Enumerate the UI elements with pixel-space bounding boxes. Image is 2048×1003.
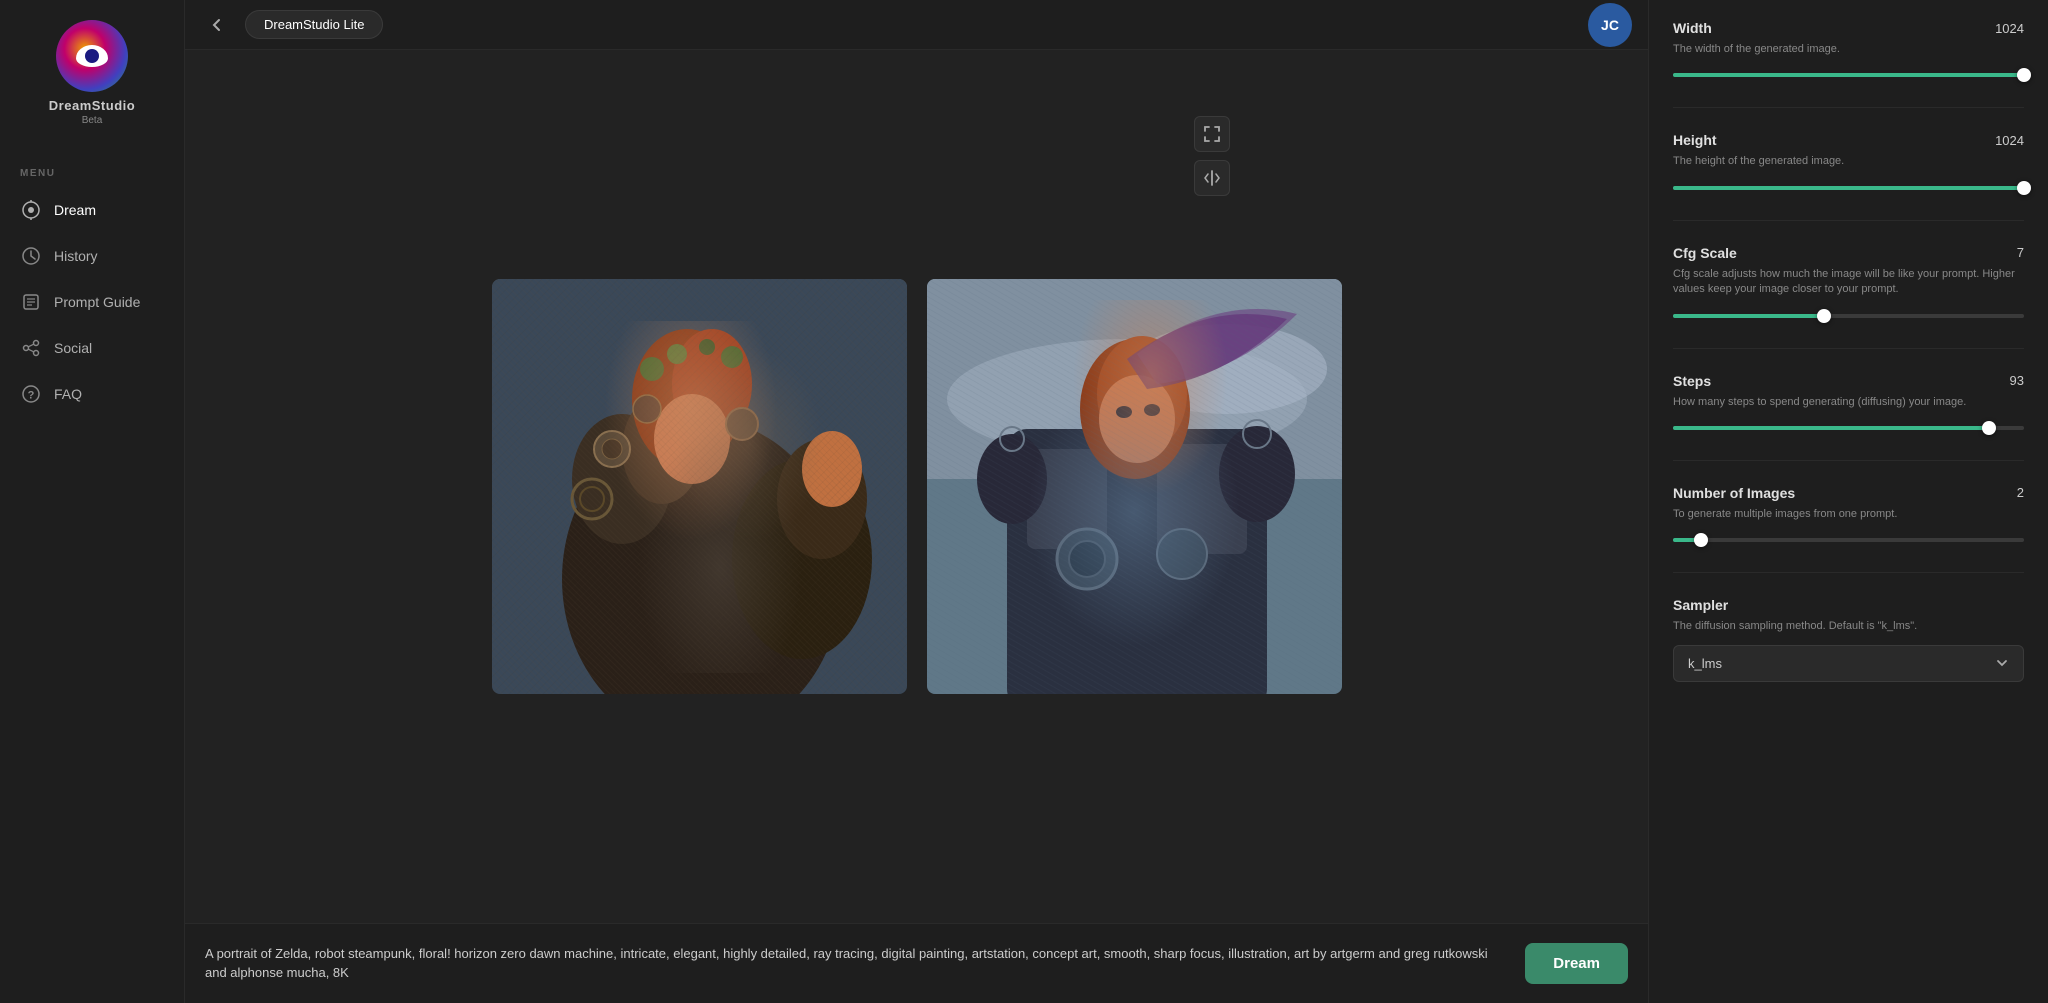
sidebar-item-faq-label: FAQ	[54, 386, 82, 402]
history-icon	[20, 245, 42, 267]
sampler-value: k_lms	[1688, 656, 1722, 671]
steps-label: Steps	[1673, 373, 1711, 389]
steps-header: Steps 93	[1673, 373, 2024, 389]
sidebar-item-prompt-guide[interactable]: Prompt Guide	[0, 279, 184, 325]
sidebar: DreamStudio Beta MENU Dream History	[0, 0, 185, 1003]
steps-desc: How many steps to spend generating (diff…	[1673, 395, 2024, 410]
cfg-scale-desc: Cfg scale adjusts how much the image wil…	[1673, 267, 2024, 298]
svg-text:?: ?	[28, 390, 35, 402]
eye-icon	[76, 45, 108, 67]
sampler-section: Sampler The diffusion sampling method. D…	[1673, 597, 2024, 681]
sidebar-item-social[interactable]: Social	[0, 325, 184, 371]
width-section: Width 1024 The width of the generated im…	[1673, 20, 2024, 83]
divider-1	[1673, 107, 2024, 108]
image-placeholder-left	[492, 279, 907, 694]
main-area: DreamStudio Lite JC	[185, 0, 1648, 1003]
images-container	[185, 50, 1648, 923]
width-desc: The width of the generated image.	[1673, 42, 2024, 57]
cfg-scale-section: Cfg Scale 7 Cfg scale adjusts how much t…	[1673, 245, 2024, 324]
num-images-header: Number of Images 2	[1673, 485, 2024, 501]
compare-button[interactable]	[1194, 160, 1230, 196]
steps-thumb	[1982, 421, 1996, 435]
logo-icon	[56, 20, 128, 92]
dreamstudio-tab[interactable]: DreamStudio Lite	[245, 10, 383, 39]
dream-icon	[20, 199, 42, 221]
height-fill	[1673, 186, 2024, 190]
logo-text: DreamStudio	[49, 98, 135, 113]
avatar-button[interactable]: JC	[1588, 3, 1632, 47]
sampler-header: Sampler	[1673, 597, 2024, 613]
cfg-scale-thumb	[1817, 309, 1831, 323]
chevron-down-icon	[1995, 656, 2009, 670]
generated-image-2[interactable]	[927, 279, 1342, 694]
prompt-input[interactable]	[205, 934, 1509, 994]
prompt-bar: Dream	[185, 923, 1648, 1003]
width-value: 1024	[1995, 21, 2024, 36]
prompt-guide-icon	[20, 291, 42, 313]
cfg-scale-header: Cfg Scale 7	[1673, 245, 2024, 261]
width-fill	[1673, 73, 2024, 77]
steps-value: 93	[2010, 373, 2024, 388]
steps-slider[interactable]	[1673, 426, 2024, 430]
menu-label: MENU	[0, 160, 75, 187]
sidebar-item-dream-label: Dream	[54, 202, 96, 218]
toolbar-icons	[1186, 108, 1238, 204]
generated-image-1[interactable]	[492, 279, 907, 694]
cfg-scale-fill	[1673, 314, 1824, 318]
steps-section: Steps 93 How many steps to spend generat…	[1673, 373, 2024, 436]
dream-button[interactable]: Dream	[1525, 943, 1628, 984]
height-slider[interactable]	[1673, 186, 2024, 190]
fullscreen-button[interactable]	[1194, 116, 1230, 152]
logo-area: DreamStudio Beta	[39, 10, 145, 136]
sampler-label: Sampler	[1673, 597, 1728, 613]
height-desc: The height of the generated image.	[1673, 154, 2024, 169]
social-icon	[20, 337, 42, 359]
divider-2	[1673, 220, 2024, 221]
num-images-thumb	[1694, 533, 1708, 547]
back-button[interactable]	[201, 9, 233, 41]
image-placeholder-right	[927, 279, 1342, 694]
sidebar-item-history[interactable]: History	[0, 233, 184, 279]
num-images-slider[interactable]	[1673, 538, 2024, 542]
width-thumb	[2017, 68, 2031, 82]
height-section: Height 1024 The height of the generated …	[1673, 132, 2024, 195]
sidebar-item-dream[interactable]: Dream	[0, 187, 184, 233]
sidebar-item-prompt-guide-label: Prompt Guide	[54, 294, 140, 310]
logo-beta: Beta	[82, 115, 103, 126]
divider-5	[1673, 572, 2024, 573]
num-images-label: Number of Images	[1673, 485, 1795, 501]
num-images-desc: To generate multiple images from one pro…	[1673, 507, 2024, 522]
width-slider[interactable]	[1673, 73, 2024, 77]
right-panel: Width 1024 The width of the generated im…	[1648, 0, 2048, 1003]
sidebar-item-history-label: History	[54, 248, 98, 264]
divider-3	[1673, 348, 2024, 349]
cfg-scale-value: 7	[2017, 245, 2024, 260]
content-area: Dream	[185, 50, 1648, 1003]
num-images-value: 2	[2017, 485, 2024, 500]
sidebar-item-social-label: Social	[54, 340, 92, 356]
divider-4	[1673, 460, 2024, 461]
steps-fill	[1673, 426, 1989, 430]
faq-icon: ?	[20, 383, 42, 405]
height-header: Height 1024	[1673, 132, 2024, 148]
topbar: DreamStudio Lite JC	[185, 0, 1648, 50]
sidebar-item-faq[interactable]: ? FAQ	[0, 371, 184, 417]
width-header: Width 1024	[1673, 20, 2024, 36]
height-value: 1024	[1995, 133, 2024, 148]
sampler-desc: The diffusion sampling method. Default i…	[1673, 619, 2024, 634]
height-thumb	[2017, 181, 2031, 195]
height-label: Height	[1673, 132, 1717, 148]
width-label: Width	[1673, 20, 1712, 36]
cfg-scale-label: Cfg Scale	[1673, 245, 1737, 261]
sampler-dropdown[interactable]: k_lms	[1673, 645, 2024, 682]
cfg-scale-slider[interactable]	[1673, 314, 2024, 318]
num-images-section: Number of Images 2 To generate multiple …	[1673, 485, 2024, 548]
